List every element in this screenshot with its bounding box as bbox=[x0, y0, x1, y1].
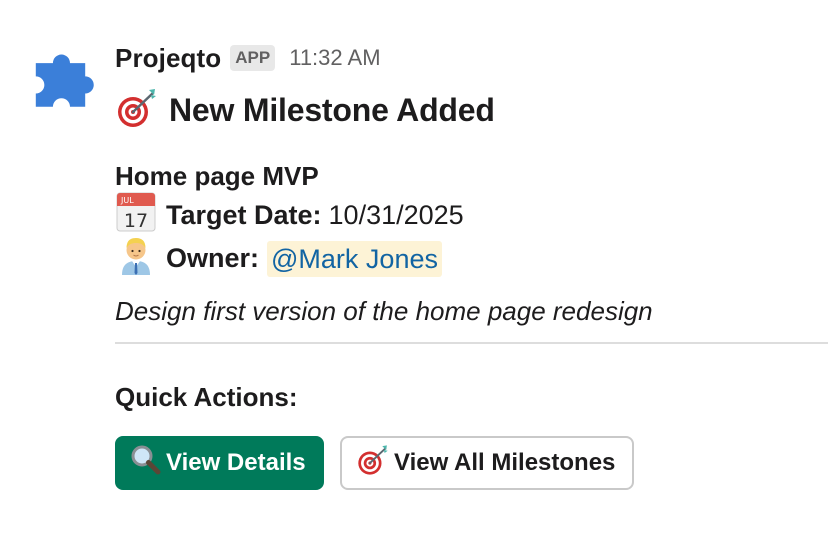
message-content: Projeqto APP 11:32 AM New Milestone Adde… bbox=[115, 38, 828, 490]
divider bbox=[115, 342, 828, 344]
app-badge: APP bbox=[230, 45, 276, 71]
owner-label: Owner: bbox=[166, 243, 260, 273]
office-worker-icon bbox=[115, 234, 157, 283]
direct-hit-target-icon bbox=[115, 86, 159, 135]
title-text: New Milestone Added bbox=[169, 91, 495, 128]
calendar-day: 17 bbox=[124, 210, 148, 232]
owner-mention-link[interactable]: @Mark Jones bbox=[267, 240, 442, 277]
owner-line: Owner: @Mark Jones bbox=[115, 237, 828, 280]
app-avatar-puzzle-icon[interactable] bbox=[30, 44, 100, 114]
message-timestamp[interactable]: 11:32 AM bbox=[289, 45, 380, 71]
magnifying-glass-icon bbox=[130, 444, 162, 483]
calendar-month: JUL bbox=[120, 196, 134, 205]
milestone-name: Home page MVP bbox=[115, 161, 319, 191]
calendar-icon: JUL 17 bbox=[115, 191, 157, 240]
target-date-line: JUL 17 Target Date: 10/31/2025 bbox=[115, 191, 828, 240]
view-details-button[interactable]: View Details bbox=[115, 436, 324, 490]
view-all-milestones-button[interactable]: View All Milestones bbox=[340, 436, 634, 490]
target-date-label: Target Date: bbox=[166, 200, 322, 230]
app-name[interactable]: Projeqto bbox=[115, 43, 221, 74]
message-title: New Milestone Added bbox=[115, 86, 828, 134]
view-all-milestones-label: View All Milestones bbox=[394, 449, 616, 476]
action-buttons: View Details View All Milestones bbox=[115, 436, 828, 490]
target-date-value: 10/31/2025 bbox=[328, 200, 464, 230]
message-header: Projeqto APP 11:32 AM bbox=[115, 38, 828, 78]
direct-hit-target-icon bbox=[356, 443, 390, 484]
quick-actions-heading: Quick Actions: bbox=[115, 382, 298, 412]
milestone-description: Design first version of the home page re… bbox=[115, 296, 653, 326]
view-details-label: View Details bbox=[166, 449, 306, 476]
